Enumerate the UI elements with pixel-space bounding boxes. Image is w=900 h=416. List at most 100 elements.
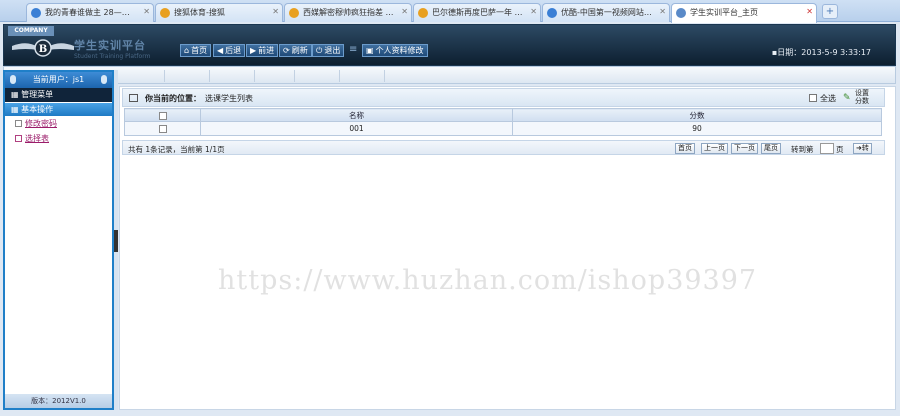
site-icon [289,8,299,18]
page-icon [15,135,22,142]
record-summary: 共有 1条记录，当前第 1/1页 [128,145,225,154]
sidebar-splitter[interactable] [114,70,118,410]
sidebar-item-change-password[interactable]: 修改密码 [5,116,112,131]
home-icon: ⌂ [184,46,190,55]
forward-label: 前进 [258,46,275,55]
table-header-row: 名称 分数 [124,108,882,122]
date-label: 日期： [777,48,802,57]
site-icon [31,8,41,18]
system-ops-label: 基本操作 [21,105,54,114]
student-score-table: 名称 分数 001 90 [124,108,882,136]
page-number-input[interactable] [820,143,834,154]
back-arrow-icon: ◀ [217,46,224,55]
sidebar: 当前用户：js1 ▦ 管理菜单 ▦ 基本操作 修改密码 选择表 版本：2012V… [3,70,114,410]
select-table-link[interactable]: 选择表 [25,134,49,143]
close-icon[interactable]: ✕ [401,7,408,16]
collapse-arrow-icon[interactable] [114,230,118,252]
site-icon [160,8,170,18]
winged-logo-icon: B [12,39,74,57]
company-badge: COMPANY [8,26,54,36]
forward-button[interactable]: ▶ 前进 [246,44,279,57]
menu-separator: ≡ [349,44,358,55]
table-row[interactable]: 001 90 [124,121,882,136]
logout-button[interactable]: ⏻ 退出 [312,44,345,57]
set-score-button[interactable]: 设置分数 [855,89,875,105]
row-checkbox-cell [124,121,201,136]
tab-label: 学生实训平台_主页 [690,8,758,17]
tab-label: 我的青春谁做主 28—… [45,8,130,17]
last-page-button[interactable]: 尾页 [761,143,781,154]
first-page-button[interactable]: 首页 [675,143,695,154]
select-all-label[interactable]: 全选 [820,93,836,104]
close-icon[interactable]: ✕ [143,7,150,16]
header-checkbox[interactable] [158,111,167,120]
pagination-bar: 共有 1条记录，当前第 1/1页 首页 上一页 下一页 尾页 转到第 页 ➜转 [122,140,885,155]
browser-tab-2[interactable]: 搜狐体育-搜狐 ✕ [155,3,283,22]
grid-icon: ▦ [11,90,22,99]
page-icon [15,120,22,127]
pin-icon [10,75,16,84]
browser-tab-3[interactable]: 西媒解密穆帅疯狂指差 … ✕ [284,3,412,22]
tab-label: 优酷-中国第一视频网站… [561,8,652,17]
site-icon [547,8,557,18]
profile-icon: ▣ [366,46,374,55]
version-label: 版本：2012V1.0 [5,394,112,408]
site-icon [418,8,428,18]
browser-tab-5[interactable]: 优酷-中国第一视频网站… ✕ [542,3,670,22]
date-value: 2013-5-9 3:33:17 [801,48,871,57]
menu-header-label: 管理菜单 [21,90,54,99]
site-icon [676,8,686,18]
column-header-name: 名称 [200,108,513,122]
tab-label: 搜狐体育-搜狐 [174,8,225,17]
browser-tab-bar: 我的青春谁做主 28—… ✕ 搜狐体育-搜狐 ✕ 西媒解密穆帅疯狂指差 … ✕ 巴尔德… [0,0,900,23]
header-checkbox-cell [124,108,201,122]
back-button[interactable]: ◀ 后退 [213,44,246,57]
location-bar: 你当前的位置： 选课学生列表 全选 ✎ 设置分数 [122,88,885,107]
home-label: 首页 [191,46,208,55]
home-button[interactable]: ⌂ 首页 [180,44,212,57]
back-label: 后退 [225,46,242,55]
system-ops-section[interactable]: ▦ 基本操作 [5,103,112,116]
column-header-score: 分数 [512,108,882,122]
logout-label: 退出 [324,46,341,55]
date-display: ▪日期：2013-5-9 3:33:17 [772,47,871,58]
menu-header: ▦ 管理菜单 [5,88,112,102]
next-page-button[interactable]: 下一页 [731,143,758,154]
browser-tab-6[interactable]: 学生实训平台_主页 ✕ [671,3,817,23]
app-header: COMPANY B 学生实训平台 Student Training Platfo… [3,24,896,81]
location-value: 选课学生列表 [205,94,253,103]
current-user-bar: 当前用户：js1 [5,72,112,88]
row-checkbox[interactable] [158,125,167,133]
browser-tab-4[interactable]: 巴尔德斯再度巴萨一年 … ✕ [413,3,541,22]
new-tab-button[interactable]: + [822,4,838,19]
refresh-label: 刷新 [291,46,308,55]
tab-label: 西媒解密穆帅疯狂指差 … [303,8,394,17]
prev-page-button[interactable]: 上一页 [701,143,728,154]
refresh-button[interactable]: ⟳ 刷新 [279,44,312,57]
close-icon[interactable]: ✕ [272,7,279,16]
page-unit-label: 页 [836,145,844,154]
brand-subtitle: Student Training Platform [74,53,151,60]
forward-arrow-icon: ▶ [250,46,257,55]
power-icon: ⏻ [316,46,323,55]
browser-tab-1[interactable]: 我的青春谁做主 28—… ✕ [26,3,154,22]
cell-name: 001 [200,121,513,136]
tab-label: 巴尔德斯再度巴萨一年 … [432,8,523,17]
cell-score: 90 [512,121,882,136]
svg-text:B: B [39,44,47,55]
location-label: 你当前的位置： [145,94,201,103]
toolbar-strip [3,66,896,84]
brand-title: 学生实训平台 [74,39,146,52]
change-password-link[interactable]: 修改密码 [25,119,57,128]
edit-score-icon[interactable]: ✎ [843,93,853,103]
main-content: 你当前的位置： 选课学生列表 全选 ✎ 设置分数 名称 分数 001 90 共有… [119,86,896,410]
go-button[interactable]: ➜转 [853,143,872,154]
sidebar-item-select-table[interactable]: 选择表 [5,131,112,146]
close-icon[interactable]: ✕ [806,7,813,16]
pin-icon [101,75,107,84]
select-all-checkbox[interactable] [809,94,817,102]
close-icon[interactable]: ✕ [659,7,666,16]
profile-edit-button[interactable]: ▣ 个人资料修改 [362,44,428,57]
close-icon[interactable]: ✕ [530,7,537,16]
current-user-label: 当前用户：js1 [32,75,85,84]
